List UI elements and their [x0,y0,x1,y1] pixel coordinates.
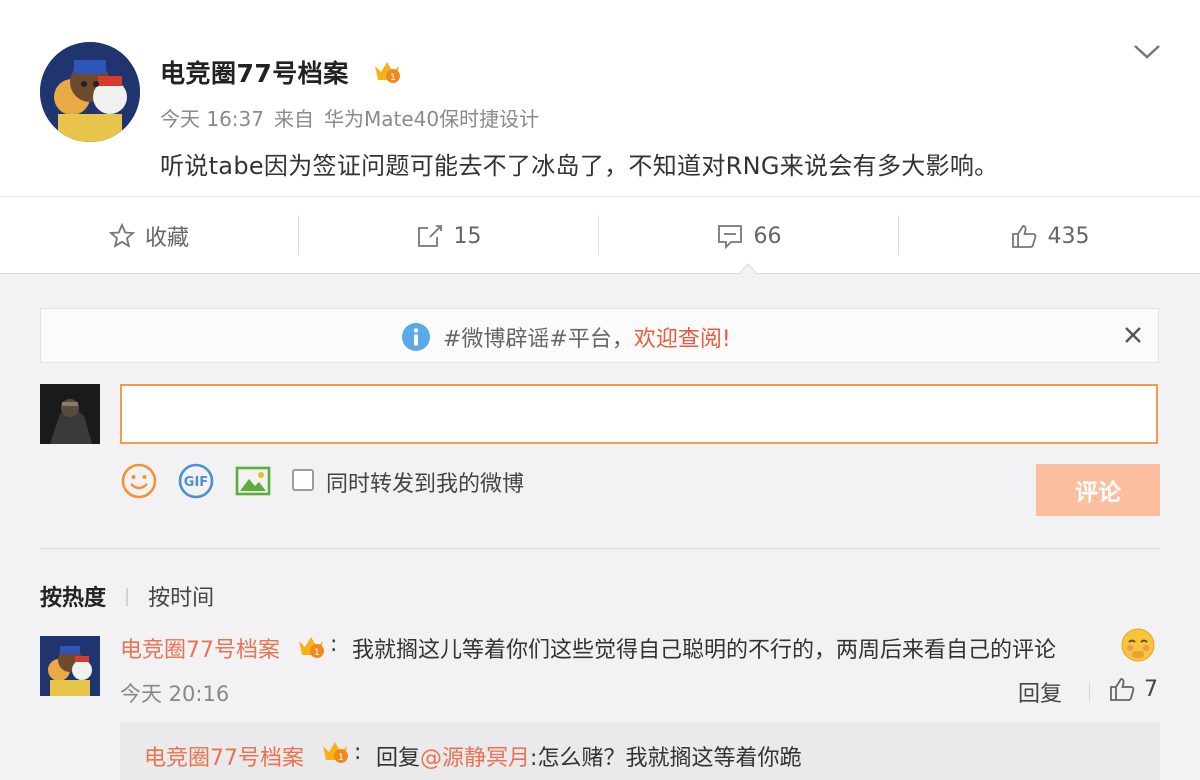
like-button[interactable]: 435 [899,197,1200,275]
vip-crown-icon: 1 [323,742,348,763]
submit-comment-button[interactable]: 评论 [1036,464,1160,516]
author-avatar[interactable] [40,42,140,142]
post-meta: 今天 16:37 来自 华为Mate40保时捷设计 [160,103,549,132]
close-icon[interactable] [1121,323,1145,347]
sort-by-hot[interactable]: 按热度 [40,580,106,612]
share-icon [417,225,442,247]
comment-author-avatar[interactable] [40,636,100,696]
chevron-down-icon[interactable] [1132,40,1162,64]
sort-by-time[interactable]: 按时间 [148,580,214,612]
favorite-label: 收藏 [144,226,189,251]
vip-crown-icon: 1 [375,62,400,83]
comment-text: 我就搁这儿等着你们这些觉得自己聪明的不行的，两周后来看自己的评论 [352,638,1057,663]
thumb-up-icon [1110,678,1135,701]
sub-reply-text: :怎么赌？我就搁这等着你跪 [530,746,802,771]
repost-button[interactable]: 15 [299,197,598,275]
svg-text:1: 1 [314,648,320,658]
author-name[interactable]: 电竞圈77号档案 [160,54,349,90]
sort-separator: | [124,585,131,607]
repost-label[interactable]: 同时转发到我的微博 [326,466,524,498]
comment-icon [717,225,742,249]
divider [40,548,1160,549]
notice-text: #微博辟谣#平台， [443,327,634,352]
info-icon [402,323,430,351]
comment-count: 66 [753,223,782,249]
comment-colon: : [330,632,338,657]
blush-emoji-icon [1121,628,1155,662]
comment-like-count: 7 [1144,676,1158,702]
divider [1089,682,1090,702]
thumb-up-icon [1011,225,1036,248]
emoji-icon[interactable] [120,462,158,500]
repost-checkbox[interactable] [292,469,314,491]
reply-button[interactable]: 回复 [1018,676,1062,708]
favorite-button[interactable]: 收藏 [0,197,298,275]
sub-reply-content: 回复@源静冥月:怎么赌？我就搁这等着你跪 [376,740,801,772]
sub-reply-colon: : [354,740,362,765]
notice-link[interactable]: 欢迎查阅! [634,321,731,353]
sub-reply: 电竞圈77号档案 1 : 回复@源静冥月:怎么赌？我就搁这等着你跪 [120,722,1160,780]
post-source[interactable]: 华为Mate40保时捷设计 [324,107,539,131]
vip-crown-icon: 1 [299,637,324,658]
post-text: 听说tabe因为签证问题可能去不了冰岛了，不知道对RNG来说会有多大影响。 [160,152,999,180]
svg-text:GIF: GIF [184,475,208,490]
notice-content: #微博辟谣#平台， 欢迎查阅! [401,321,731,353]
like-count: 435 [1047,223,1090,249]
star-icon [108,223,135,248]
active-tab-pointer [738,263,758,275]
image-icon[interactable] [234,462,272,500]
comment-sort-tabs: 按热度 | 按时间 [40,580,214,612]
comment-time: 今天 20:16 [120,682,230,706]
repost-count: 15 [453,223,482,249]
comment-input[interactable] [120,384,1158,444]
svg-text:1: 1 [338,753,344,763]
action-bar: 收藏 15 66 435 [0,196,1200,274]
sub-reply-mention[interactable]: @源静冥月 [420,746,530,771]
current-user-avatar[interactable] [40,384,100,444]
rumor-notice: #微博辟谣#平台， 欢迎查阅! [40,308,1159,363]
source-prefix: 来自 [274,107,314,131]
comment-like-button[interactable]: 7 [1108,676,1158,702]
comment-author-name[interactable]: 电竞圈77号档案 [120,632,280,664]
post-time: 今天 16:37 [160,107,264,131]
sub-reply-prefix: 回复 [376,746,421,771]
sub-reply-author[interactable]: 电竞圈77号档案 [144,740,304,772]
gif-icon[interactable]: GIF [177,462,215,500]
svg-text:1: 1 [390,73,396,83]
